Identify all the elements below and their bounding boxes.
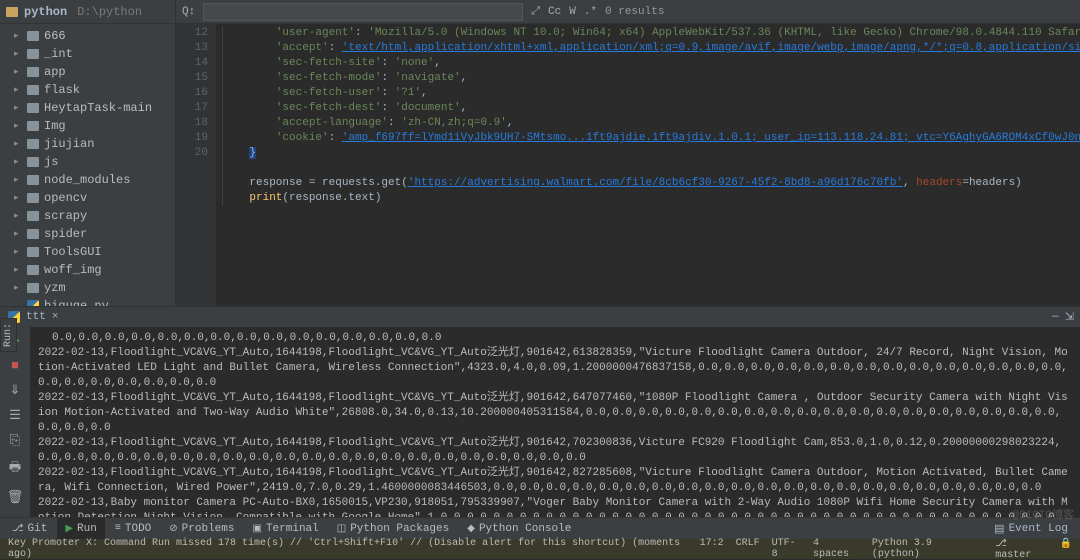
- folder-icon: [27, 103, 39, 113]
- project-tree[interactable]: ▸666▸_int▸app▸flask▸HeytapTask-main▸Img▸…: [0, 24, 175, 306]
- caret-position[interactable]: 17:2: [700, 538, 724, 560]
- lock-icon[interactable]: 🔒: [1060, 538, 1072, 560]
- tree-item[interactable]: ▸Img: [0, 117, 175, 135]
- line-gutter: 121314151617181920: [176, 24, 216, 306]
- watermark: @51CTO博客: [1012, 506, 1074, 522]
- find-input[interactable]: [203, 3, 523, 21]
- soft-wrap-icon[interactable]: —: [1052, 311, 1059, 323]
- down-icon[interactable]: ⇓: [10, 383, 21, 398]
- status-message[interactable]: Key Promoter X: Command Run missed 178 t…: [8, 538, 700, 560]
- tree-item[interactable]: ▸yzm: [0, 279, 175, 297]
- tab-git[interactable]: ⎇Git: [4, 518, 55, 539]
- file-encoding[interactable]: UTF-8: [772, 538, 801, 560]
- words-icon[interactable]: W: [569, 6, 576, 18]
- tab-python-console[interactable]: ◆Python Console: [459, 518, 579, 539]
- project-header[interactable]: python D:\python: [0, 0, 175, 24]
- regex-icon[interactable]: .*: [584, 6, 597, 18]
- folder-icon: [27, 247, 39, 257]
- folder-icon: [27, 49, 39, 59]
- tab-run[interactable]: ▶Run: [57, 518, 105, 539]
- tree-item[interactable]: ▸app: [0, 63, 175, 81]
- status-bar: Key Promoter X: Command Run missed 178 t…: [0, 539, 1080, 559]
- console-output[interactable]: 0.0,0.0,0.0,0.0,0.0,0.0,0.0,0.0,0.0,0.0,…: [30, 327, 1080, 517]
- folder-icon: [27, 175, 39, 185]
- tree-item[interactable]: ▸opencv: [0, 189, 175, 207]
- folder-icon: [27, 85, 39, 95]
- trash-icon[interactable]: 🗑: [7, 490, 24, 505]
- tree-item[interactable]: ▸666: [0, 27, 175, 45]
- run-tab-bar: ttt × — ⇲: [0, 306, 1080, 327]
- tree-item[interactable]: biquge.py: [0, 297, 175, 306]
- project-name: python: [24, 5, 67, 19]
- tree-item[interactable]: ▸woff_img: [0, 261, 175, 279]
- event-log-icon: ▤: [994, 522, 1004, 536]
- layout-icon[interactable]: ☰: [9, 408, 21, 423]
- project-path: D:\python: [77, 5, 142, 19]
- folder-icon: [27, 265, 39, 275]
- tree-item[interactable]: ▸flask: [0, 81, 175, 99]
- run-tool-window-label[interactable]: Run:: [0, 318, 17, 352]
- terminal-icon: ▣: [252, 523, 261, 535]
- bottom-tool-tabs: ⎇Git ▶Run ≡TODO ⊘Problems ▣Terminal ◫Pyt…: [0, 517, 1080, 539]
- tree-item[interactable]: ▸HeytapTask-main: [0, 99, 175, 117]
- run-tab-label[interactable]: ttt: [26, 311, 46, 323]
- tab-problems[interactable]: ⊘Problems: [161, 518, 242, 539]
- branch-icon: ⎇: [12, 523, 24, 535]
- tab-python-packages[interactable]: ◫Python Packages: [329, 518, 457, 539]
- run-panel: ▶ ■ ⇓ ☰ ⎘ 🖶 🗑 0.0,0.0,0.0,0.0,0.0,0.0,0.…: [0, 327, 1080, 517]
- tree-item[interactable]: ▸js: [0, 153, 175, 171]
- folder-icon: [27, 31, 39, 41]
- tree-item[interactable]: ▸scrapy: [0, 207, 175, 225]
- python-interpreter[interactable]: Python 3.9 (python): [872, 538, 983, 560]
- play-icon: ▶: [65, 523, 73, 535]
- tree-item[interactable]: ▸node_modules: [0, 171, 175, 189]
- code-content[interactable]: 'user-agent': 'Mozilla/5.0 (Windows NT 1…: [216, 24, 1080, 306]
- folder-icon: [27, 139, 39, 149]
- match-case-icon[interactable]: Cc: [548, 6, 561, 18]
- git-branch[interactable]: ⎇ master: [995, 538, 1047, 560]
- tab-todo[interactable]: ≡TODO: [107, 518, 159, 539]
- project-folder-icon: [6, 7, 18, 17]
- find-bar: Q↕ ⤢ Cc W .* 0 results ↑ ↓ ⎘ ▼ ⋮ ▽ ✕: [176, 0, 1080, 24]
- editor-area: Q↕ ⤢ Cc W .* 0 results ↑ ↓ ⎘ ▼ ⋮ ▽ ✕ ▲4 …: [176, 0, 1080, 306]
- run-toolbar: ▶ ■ ⇓ ☰ ⎘ 🖶 🗑: [0, 327, 30, 517]
- folder-icon: [27, 283, 39, 293]
- scroll-end-icon[interactable]: ⇲: [1065, 310, 1074, 324]
- code-editor[interactable]: 121314151617181920 'user-agent': 'Mozill…: [176, 24, 1080, 306]
- folder-icon: [27, 229, 39, 239]
- folder-icon: [27, 121, 39, 131]
- problems-icon: ⊘: [169, 523, 177, 535]
- expand-icon[interactable]: ⤢: [531, 6, 540, 18]
- folder-icon: [27, 193, 39, 203]
- tab-event-log[interactable]: ▤Event Log: [986, 522, 1076, 536]
- folder-icon: [27, 67, 39, 77]
- tree-item[interactable]: ▸_int: [0, 45, 175, 63]
- python-icon: ◆: [467, 523, 475, 535]
- line-separator[interactable]: CRLF: [736, 538, 760, 560]
- tree-item[interactable]: ▸ToolsGUI: [0, 243, 175, 261]
- tab-terminal[interactable]: ▣Terminal: [244, 518, 326, 539]
- folder-icon: [27, 211, 39, 221]
- todo-icon: ≡: [115, 523, 121, 534]
- print-icon[interactable]: 🖶: [9, 458, 21, 480]
- find-results: 0 results: [605, 6, 664, 18]
- close-icon[interactable]: ×: [52, 311, 59, 323]
- tree-item[interactable]: ▸spider: [0, 225, 175, 243]
- stop-icon[interactable]: ■: [11, 358, 19, 373]
- export-icon[interactable]: ⎘: [10, 433, 20, 448]
- package-icon: ◫: [337, 523, 346, 535]
- indent-setting[interactable]: 4 spaces: [813, 538, 860, 560]
- tree-item[interactable]: ▸jiujian: [0, 135, 175, 153]
- search-icon[interactable]: Q↕: [182, 6, 195, 18]
- project-sidebar: python D:\python ▸666▸_int▸app▸flask▸Hey…: [0, 0, 176, 306]
- folder-icon: [27, 157, 39, 167]
